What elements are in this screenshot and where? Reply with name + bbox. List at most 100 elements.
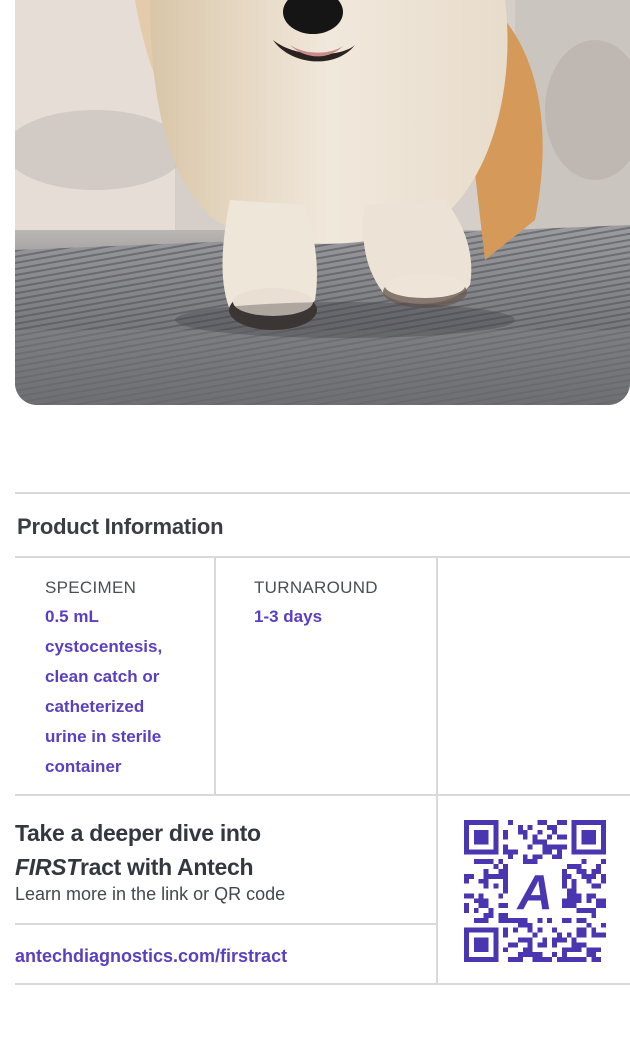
qr-module [591,908,597,914]
page: Product Information SPECIMEN 0.5 mL cyst… [0,0,630,1044]
qr-module [596,903,602,909]
qr-module [503,883,509,889]
qr-module [517,829,523,835]
qr-module [527,942,533,948]
qr-module [522,829,528,835]
qr-module [601,859,606,865]
qr-module [503,829,509,835]
qr-module [557,937,562,943]
qr-module [522,834,528,840]
qr-module [483,878,489,884]
qr-module [591,932,597,938]
specimen-line: container [45,757,122,776]
qr-module [532,859,538,865]
turnaround-cell: TURNAROUND 1-3 days [254,578,378,632]
qr-module [493,873,499,879]
qr-code[interactable]: A [464,820,606,962]
qr-module [566,903,572,909]
qr-module [601,922,606,928]
qr-module [571,957,577,962]
qr-module [561,820,567,825]
qr-module [483,883,489,889]
qr-module [542,849,548,855]
qr-code-image: A [464,820,606,962]
qr-module [483,873,489,879]
qr-module [552,824,558,830]
qr-module [498,873,504,879]
qr-module [488,913,494,918]
qr-module [596,864,602,869]
qr-module [512,942,518,948]
qr-module [581,859,587,865]
qr-module [591,868,597,874]
qr-module [503,864,509,869]
corgi-illustration [15,0,630,405]
qr-module [508,849,513,855]
qr-module [601,878,606,884]
qr-module [557,932,562,938]
qr-module [581,957,587,962]
qr-module [473,917,479,923]
qr-module [586,898,592,904]
qr-module [542,957,548,962]
qr-module [566,873,572,879]
qr-module [527,937,533,943]
qr-module [532,854,538,860]
specimen-line: urine in sterile [45,727,162,746]
qr-module [557,834,562,840]
cta-title-brand-rest: ract with Antech [79,854,254,880]
qr-module [561,898,567,904]
qr-module [557,957,562,962]
product-info-header: Product Information [15,492,630,558]
turnaround-value: 1-3 days [254,607,323,626]
qr-module [566,898,572,904]
qr-module [581,932,587,938]
corgi-photo [15,0,630,405]
qr-module [586,952,592,958]
qr-module [522,947,528,953]
qr-module [547,834,553,840]
qr-module [503,903,509,909]
qr-module [498,903,504,909]
qr-module [552,927,558,933]
qr-module [552,854,558,860]
qr-module [527,952,533,958]
qr-module [498,913,504,918]
qr-module [561,873,567,879]
qr-module [478,878,484,884]
qr-module [601,873,606,879]
qr-module [571,893,577,899]
qr-module [581,908,587,914]
qr-module [473,908,479,914]
qr-module [503,873,509,879]
qr-module [542,844,548,850]
specimen-line: clean catch or [45,667,160,686]
qr-module [547,824,553,830]
qr-module [498,917,504,923]
qr-module [561,883,567,889]
qr-module [596,932,602,938]
qr-module [561,947,567,953]
qr-module [557,849,562,855]
cta-title-line1: Take a deeper dive into [15,820,261,846]
qr-module [503,878,509,884]
qr-module [483,859,489,865]
turnaround-label: TURNAROUND [254,578,378,597]
qr-module [517,922,523,928]
qr-module [464,878,469,884]
qr-module [517,824,523,830]
qr-module [542,839,548,845]
qr-module [483,898,489,904]
qr-module [522,854,528,860]
qr-module [576,927,582,933]
qr-module [561,957,567,962]
qr-module [591,873,597,879]
qr-module [596,883,602,889]
qr-module [527,824,533,830]
qr-module [478,903,484,909]
qr-module [552,937,558,943]
qr-module [498,859,504,865]
column-divider [436,796,438,983]
firstract-link[interactable]: antechdiagnostics.com/firstract [15,946,287,967]
qr-module [483,913,489,918]
